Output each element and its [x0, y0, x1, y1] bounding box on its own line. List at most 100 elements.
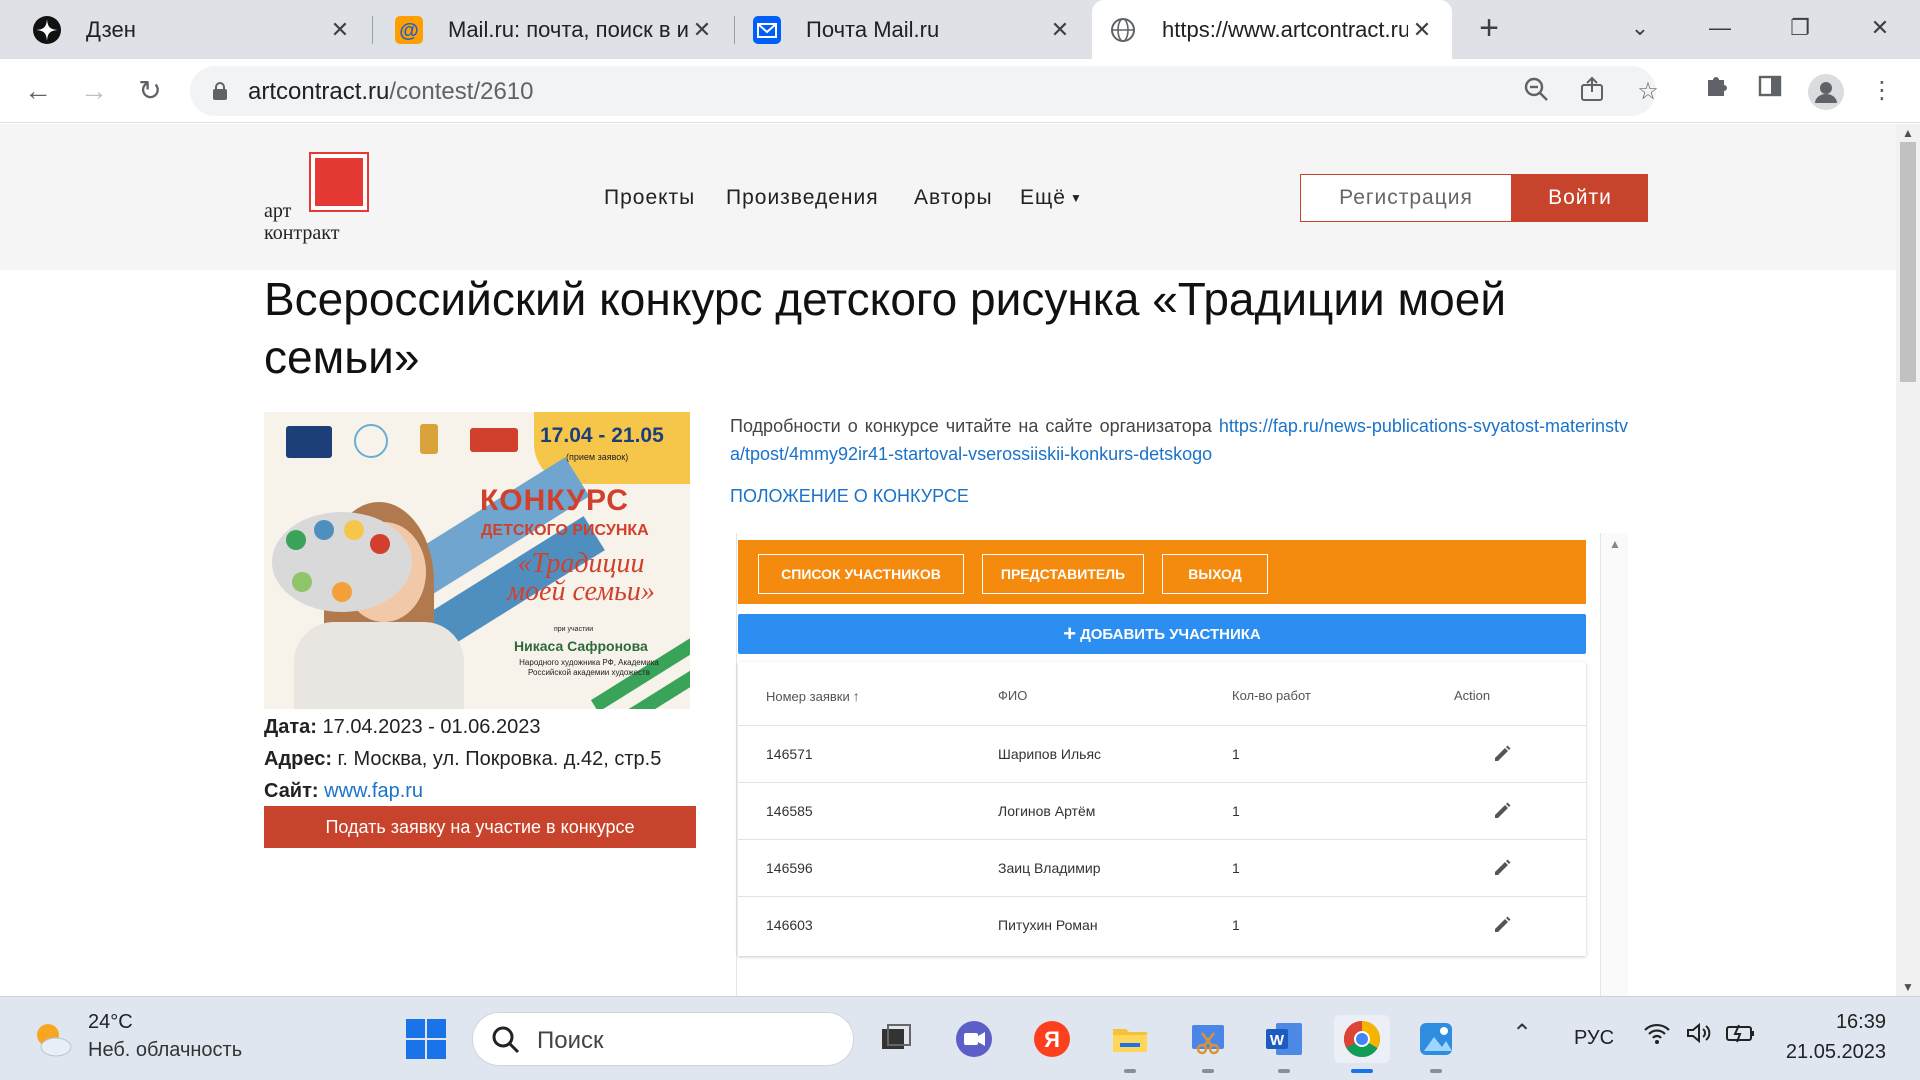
column-header-count[interactable]: Кол-во работ: [1232, 688, 1311, 703]
scroll-up-arrow-icon[interactable]: ▲: [1609, 537, 1621, 551]
weather-description[interactable]: Неб. облачность: [88, 1039, 242, 1062]
tab-artcontract[interactable]: https://www.artcontract.ru/ ✕: [1092, 0, 1452, 60]
poster-girl-body: [294, 622, 464, 709]
address-bar[interactable]: artcontract.ru/contest/2610 ☆: [190, 66, 1659, 116]
task-view-icon[interactable]: [872, 1015, 920, 1063]
apply-button[interactable]: Подать заявку на участие в конкурсе: [264, 806, 696, 848]
paint-dot: [286, 530, 306, 550]
tab-separator: [734, 16, 735, 44]
artcontract-logo[interactable]: арт контракт: [264, 152, 374, 252]
file-explorer-icon[interactable]: [1106, 1015, 1154, 1063]
login-button[interactable]: Войти: [1512, 174, 1648, 222]
tray-overflow-chevron-icon[interactable]: ⌃: [1512, 1019, 1532, 1048]
scroll-up-arrow-icon[interactable]: ▲: [1902, 126, 1914, 140]
windows-start-icon[interactable]: [406, 1019, 446, 1059]
row-count: 1: [1232, 803, 1240, 819]
photos-icon[interactable]: [1412, 1015, 1460, 1063]
lock-icon: [213, 82, 227, 100]
scroll-down-arrow-icon[interactable]: ▼: [1902, 980, 1914, 994]
tab-search-chevron-icon[interactable]: ⌄: [1620, 8, 1660, 48]
site-label: Сайт:: [264, 780, 319, 802]
input-language[interactable]: РУС: [1574, 1027, 1614, 1050]
edit-pencil-icon[interactable]: [1490, 799, 1514, 823]
profile-avatar-icon[interactable]: [1808, 74, 1844, 110]
paint-dot: [332, 582, 352, 602]
restore-icon[interactable]: ❐: [1780, 8, 1820, 48]
close-icon[interactable]: ✕: [1408, 17, 1436, 43]
scrollbar-thumb[interactable]: [1900, 142, 1916, 382]
poster-dates-sub: (прием заявок): [566, 452, 629, 462]
chrome-icon[interactable]: [1334, 1015, 1390, 1063]
address-label: Адрес:: [264, 748, 332, 770]
representative-button[interactable]: ПРЕДСТАВИТЕЛЬ: [982, 554, 1144, 594]
academy-logo-icon: [420, 424, 438, 454]
battery-charging-icon[interactable]: [1724, 1021, 1758, 1055]
add-participant-button[interactable]: + ДОБАВИТЬ УЧАСТНИКА: [738, 614, 1586, 654]
snipping-tool-icon[interactable]: [1184, 1015, 1232, 1063]
mailru-at-icon: @: [394, 15, 424, 45]
date-label: Дата:: [264, 716, 317, 738]
volume-icon[interactable]: [1682, 1021, 1716, 1055]
kebab-menu-icon[interactable]: ⋮: [1864, 73, 1900, 109]
url-text[interactable]: artcontract.ru/contest/2610: [248, 78, 534, 106]
rules-link[interactable]: ПОЛОЖЕНИЕ О КОНКУРСЕ: [730, 486, 969, 507]
site-link[interactable]: www.fap.ru: [324, 780, 423, 802]
tab-mail[interactable]: Почта Mail.ru ✕: [736, 0, 1090, 59]
marka-logo-icon: [286, 426, 332, 458]
poster-subheadline: ДЕТСКОГО РИСУНКА: [481, 522, 649, 539]
row-count: 1: [1232, 917, 1240, 933]
clock-date[interactable]: 21.05.2023: [1784, 1041, 1886, 1064]
reload-icon[interactable]: ↻: [130, 71, 170, 111]
row-id: 146585: [766, 803, 813, 819]
temperature[interactable]: 24°C: [88, 1011, 133, 1034]
column-header-name[interactable]: ФИО: [998, 688, 1027, 703]
radio-logo-icon: [470, 428, 518, 452]
register-button[interactable]: Регистрация: [1300, 174, 1512, 222]
minimize-icon[interactable]: —: [1700, 8, 1740, 48]
logo-square-fill: [315, 158, 363, 206]
share-icon[interactable]: [1576, 76, 1608, 108]
video-call-app-icon[interactable]: [950, 1015, 998, 1063]
zoom-out-icon[interactable]: [1520, 76, 1552, 108]
bookmark-star-icon[interactable]: ☆: [1632, 76, 1664, 108]
nav-more[interactable]: Ещё ▼: [1020, 186, 1083, 210]
side-panel-icon[interactable]: [1752, 73, 1788, 109]
window-close-icon[interactable]: ✕: [1860, 8, 1900, 48]
extensions-puzzle-icon[interactable]: [1698, 73, 1734, 109]
wifi-icon[interactable]: [1640, 1021, 1674, 1055]
forward-icon[interactable]: →: [74, 71, 114, 111]
nav-works[interactable]: Произведения: [726, 186, 879, 210]
poster-headline: КОНКУРС: [480, 484, 629, 517]
row-name: Заиц Владимир: [998, 860, 1101, 876]
globe-icon: [1108, 15, 1138, 45]
exit-button[interactable]: ВЫХОД: [1162, 554, 1268, 594]
app-toolbar: СПИСОК УЧАСТНИКОВ ПРЕДСТАВИТЕЛЬ ВЫХОД: [738, 540, 1586, 604]
edit-pencil-icon[interactable]: [1490, 856, 1514, 880]
yandex-browser-icon[interactable]: Я: [1028, 1015, 1076, 1063]
table-row: 146603 Питухин Роман 1: [738, 896, 1586, 953]
close-icon[interactable]: ✕: [688, 17, 716, 43]
back-icon[interactable]: ←: [18, 71, 58, 111]
tab-mailru[interactable]: @ Mail.ru: почта, поиск в ин ✕: [374, 0, 732, 59]
contest-date: Дата: 17.04.2023 - 01.06.2023: [264, 716, 540, 739]
new-tab-button[interactable]: +: [1472, 11, 1506, 46]
column-header-id[interactable]: Номер заявки ↑: [766, 688, 860, 704]
page-scrollbar[interactable]: ▲ ▼: [1896, 124, 1920, 996]
participants-list-button[interactable]: СПИСОК УЧАСТНИКОВ: [758, 554, 964, 594]
taskbar-search[interactable]: Поиск: [472, 1012, 854, 1066]
logo-text-line2: контракт: [264, 222, 340, 244]
contest-site: Сайт: www.fap.ru: [264, 780, 423, 803]
word-icon[interactable]: W: [1260, 1015, 1308, 1063]
edit-pencil-icon[interactable]: [1490, 742, 1514, 766]
close-icon[interactable]: ✕: [1046, 17, 1074, 43]
close-icon[interactable]: ✕: [326, 17, 354, 43]
partly-cloudy-icon[interactable]: [30, 1017, 74, 1061]
running-indicator: [1202, 1069, 1214, 1073]
clock-time[interactable]: 16:39: [1834, 1011, 1886, 1034]
edit-pencil-icon[interactable]: [1490, 913, 1514, 937]
frame-scrollbar[interactable]: ▲: [1600, 533, 1628, 996]
row-id: 146571: [766, 746, 813, 762]
tab-zen[interactable]: Дзен ✕: [0, 0, 370, 59]
nav-authors[interactable]: Авторы: [914, 186, 993, 210]
nav-projects[interactable]: Проекты: [604, 186, 695, 210]
